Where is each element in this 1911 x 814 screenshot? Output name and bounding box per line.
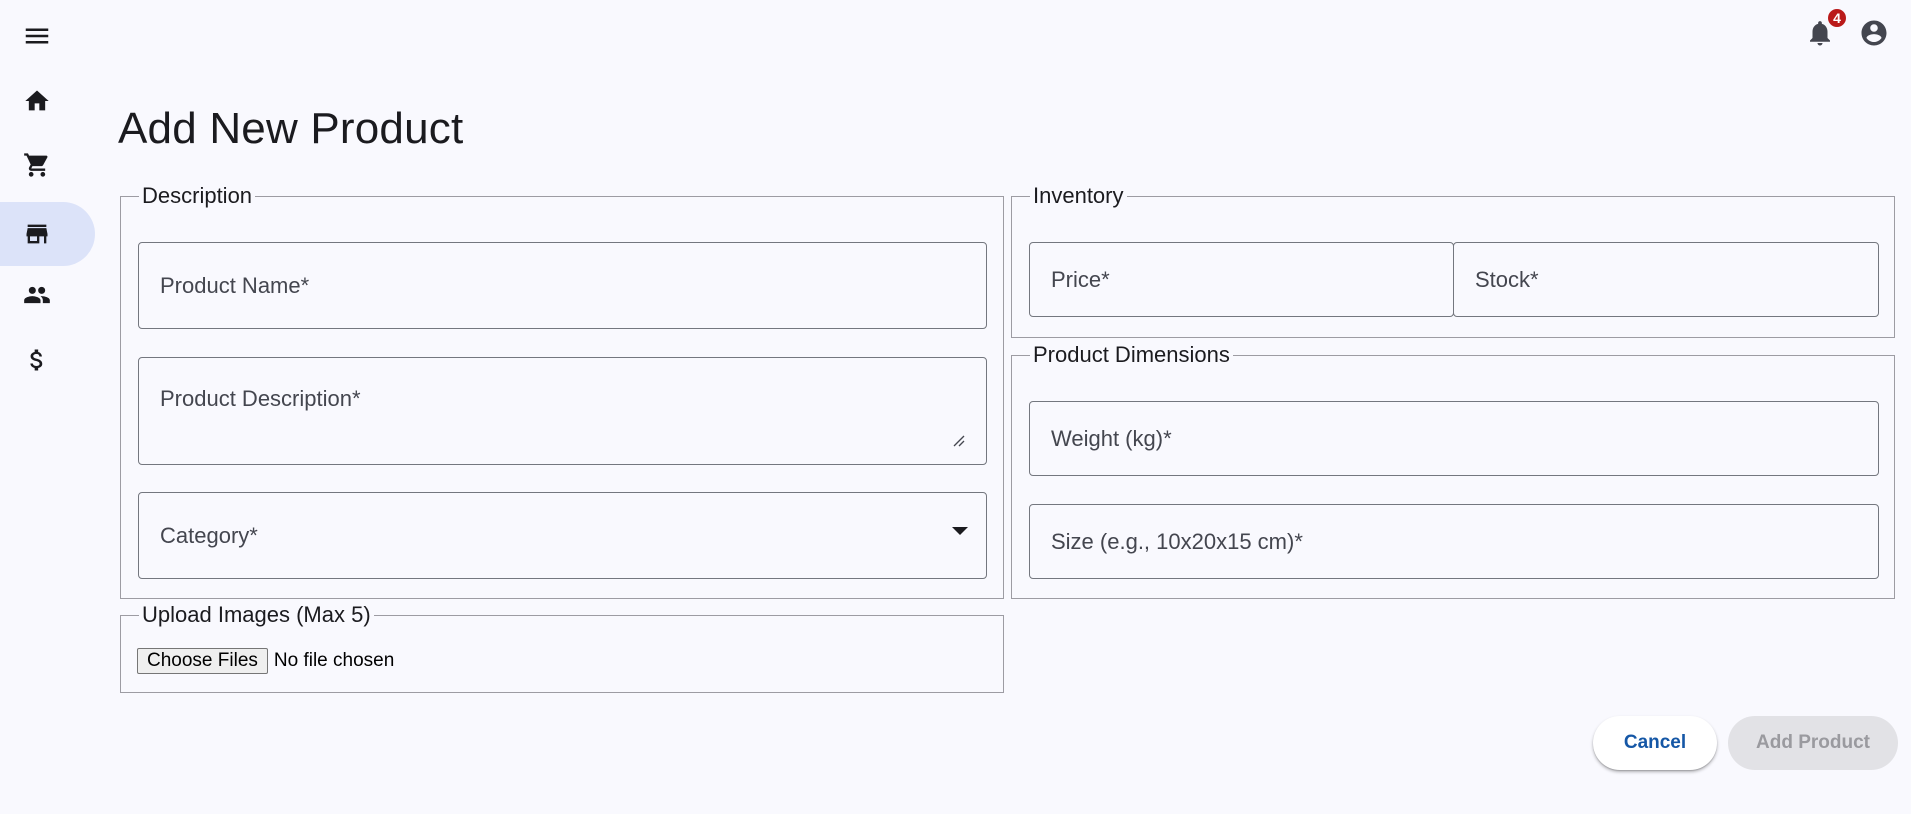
price-label: Price*: [1051, 266, 1110, 292]
product-description-field[interactable]: Product Description*: [138, 357, 987, 465]
product-name-label: Product Name*: [160, 272, 310, 298]
choose-files-button[interactable]: Choose Files: [137, 648, 268, 674]
description-legend: Description: [142, 183, 253, 208]
chevron-down-icon: [952, 527, 968, 535]
stock-label: Stock*: [1475, 266, 1539, 292]
category-label: Category*: [160, 522, 258, 548]
upload-legend: Upload Images (Max 5): [142, 602, 371, 627]
add-product-button[interactable]: Add Product: [1728, 716, 1898, 770]
file-input: Choose Files No file chosen: [137, 648, 394, 674]
upload-group: Upload Images (Max 5) Choose Files No fi…: [120, 604, 1004, 693]
inventory-legend: Inventory: [1033, 183, 1124, 208]
inventory-group: Inventory Price* Stock*: [1011, 185, 1895, 338]
product-description-label: Product Description*: [160, 386, 361, 411]
notifications-button[interactable]: 4: [1805, 7, 1848, 48]
resize-grip-icon-graphic: [953, 435, 965, 447]
nav-item-home[interactable]: [0, 79, 74, 123]
file-status-text: No file chosen: [273, 650, 395, 671]
product-name-field[interactable]: Product Name*: [138, 242, 987, 329]
category-select[interactable]: Category*: [138, 492, 987, 579]
stock-field[interactable]: Stock*: [1453, 242, 1879, 317]
weight-label: Weight (kg)*: [1051, 425, 1172, 451]
nav-item-store[interactable]: [0, 202, 95, 266]
nav-item-cart[interactable]: [0, 143, 74, 187]
storefront-icon: [26, 224, 48, 244]
account-button[interactable]: [1859, 18, 1889, 48]
dimensions-legend: Product Dimensions: [1033, 342, 1230, 367]
account-circle-icon: [1861, 20, 1887, 46]
menu-icon: [25, 28, 49, 44]
size-field[interactable]: Size (e.g., 10x20x15 cm)*: [1029, 504, 1879, 579]
dollar-icon: [30, 349, 43, 371]
page-title: Add New Product: [118, 104, 464, 153]
nav-item-finance[interactable]: [0, 338, 74, 382]
description-group: Description Product Name* Product Descri…: [120, 185, 1004, 599]
header-actions: 4: [1805, 7, 1889, 48]
size-label: Size (e.g., 10x20x15 cm)*: [1051, 528, 1303, 554]
dimensions-group: Product Dimensions Weight (kg)* Size (e.…: [1011, 344, 1895, 599]
resize-grip-icon[interactable]: [952, 428, 966, 447]
notification-count-badge: 4: [1826, 7, 1848, 29]
app-root: 4 Add New Product Description Product Na…: [0, 0, 1911, 814]
shopping-cart-icon: [24, 153, 48, 177]
navigation-rail: [0, 0, 96, 814]
people-icon: [24, 286, 50, 304]
menu-button[interactable]: [0, 14, 74, 58]
price-field[interactable]: Price*: [1029, 242, 1454, 317]
cancel-button[interactable]: Cancel: [1593, 716, 1717, 770]
nav-item-users[interactable]: [0, 273, 74, 317]
weight-field[interactable]: Weight (kg)*: [1029, 401, 1879, 476]
home-icon: [25, 90, 49, 111]
